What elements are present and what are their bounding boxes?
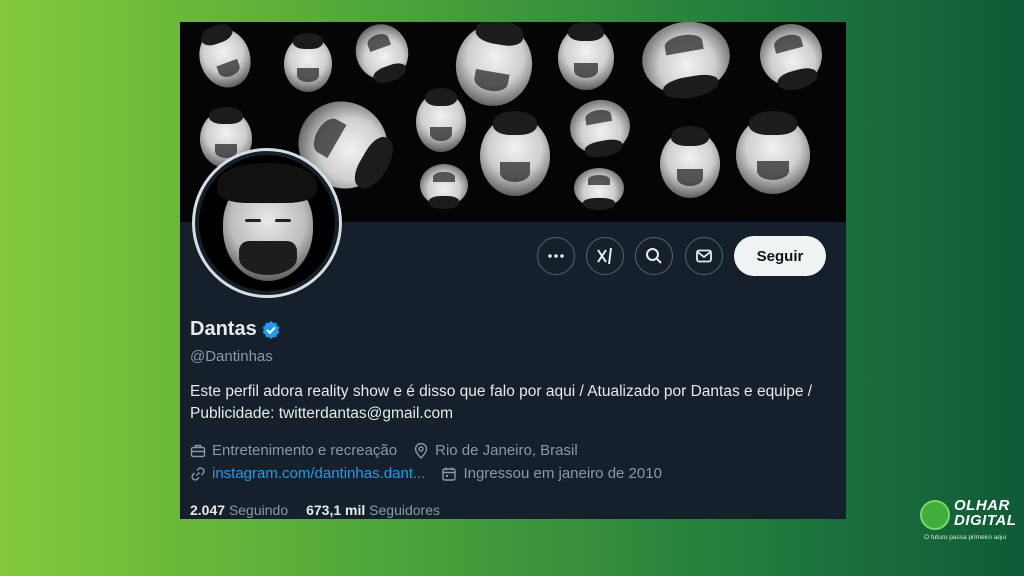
location-item: Rio de Janeiro, Brasil: [413, 442, 578, 459]
website-link[interactable]: instagram.com/dantinhas.dant...: [212, 465, 425, 482]
banner-face: [449, 22, 539, 112]
following-stat[interactable]: 2.047 Seguindo: [190, 502, 288, 518]
banner-face: [284, 32, 332, 92]
banner-face: [753, 22, 829, 93]
banner-face: [574, 168, 624, 208]
logo-tagline: O futuro passa primeiro aqui: [924, 534, 1007, 541]
joined-text: Ingressou em janeiro de 2010: [463, 465, 662, 482]
following-count: 2.047: [190, 502, 226, 518]
more-icon: [548, 254, 564, 258]
banner-face: [558, 22, 614, 90]
banner-face: [736, 111, 810, 194]
grok-button[interactable]: [586, 237, 624, 275]
grok-icon: [597, 247, 612, 265]
banner-face: [660, 125, 720, 198]
profile-card: Seguir Dantas @Dantinhas Este perfil ado…: [180, 22, 846, 519]
logo-line-2: DIGITAL: [954, 512, 1017, 529]
link-icon: [191, 466, 205, 481]
banner-face: [480, 111, 550, 196]
logo-circle-icon: [920, 500, 950, 530]
followers-label: Seguidores: [369, 502, 440, 518]
location-pin-icon: [414, 442, 428, 459]
follow-stats: 2.047 Seguindo 673,1 mil Seguidores: [190, 502, 440, 518]
more-options-button[interactable]: [537, 237, 575, 275]
avatar-hair: [217, 163, 317, 203]
search-icon: [646, 248, 662, 264]
follow-button[interactable]: Seguir: [734, 236, 826, 276]
category-text: Entretenimento e recreação: [212, 442, 398, 459]
avatar-beard: [239, 241, 297, 275]
olhar-digital-logo: OLHAR DIGITAL O futuro passa primeiro aq…: [918, 498, 1022, 544]
logo-text: OLHAR DIGITAL: [954, 498, 1016, 528]
category-item: Entretenimento e recreação: [190, 442, 397, 459]
logo-line-1: OLHAR: [954, 497, 1010, 514]
avatar-eye: [245, 219, 261, 222]
profile-bio: Este perfil adora reality show e é disso…: [190, 383, 813, 422]
banner-face: [347, 22, 417, 88]
avatar-eye: [275, 219, 291, 222]
banner-face: [191, 22, 259, 95]
message-button[interactable]: [685, 237, 723, 275]
banner-face: [420, 164, 468, 206]
briefcase-icon: [190, 444, 206, 457]
search-button[interactable]: [635, 237, 673, 275]
profile-meta-row-1: Entretenimento e recreação Rio de Janeir…: [190, 442, 594, 459]
banner-face: [565, 95, 635, 159]
followers-stat[interactable]: 673,1 mil Seguidores: [306, 502, 440, 518]
profile-name: Dantas: [190, 318, 257, 340]
mail-icon: [696, 249, 712, 263]
banner-face: [416, 88, 466, 152]
following-label: Seguindo: [228, 502, 289, 518]
followers-count: 673,1 mil: [306, 502, 366, 518]
joined-item: Ingressou em janeiro de 2010: [441, 465, 662, 482]
verified-badge-icon[interactable]: [261, 320, 281, 340]
profile-meta-row-2: instagram.com/dantinhas.dant... Ingresso…: [190, 465, 678, 482]
website-item[interactable]: instagram.com/dantinhas.dant...: [190, 465, 425, 482]
profile-handle: @Dantinhas: [190, 348, 273, 365]
banner-face: [636, 22, 736, 102]
avatar-image: [199, 155, 335, 291]
calendar-icon: [442, 467, 457, 481]
profile-avatar[interactable]: [192, 148, 342, 298]
profile-name-row: Dantas: [190, 318, 281, 341]
location-text: Rio de Janeiro, Brasil: [435, 442, 578, 459]
